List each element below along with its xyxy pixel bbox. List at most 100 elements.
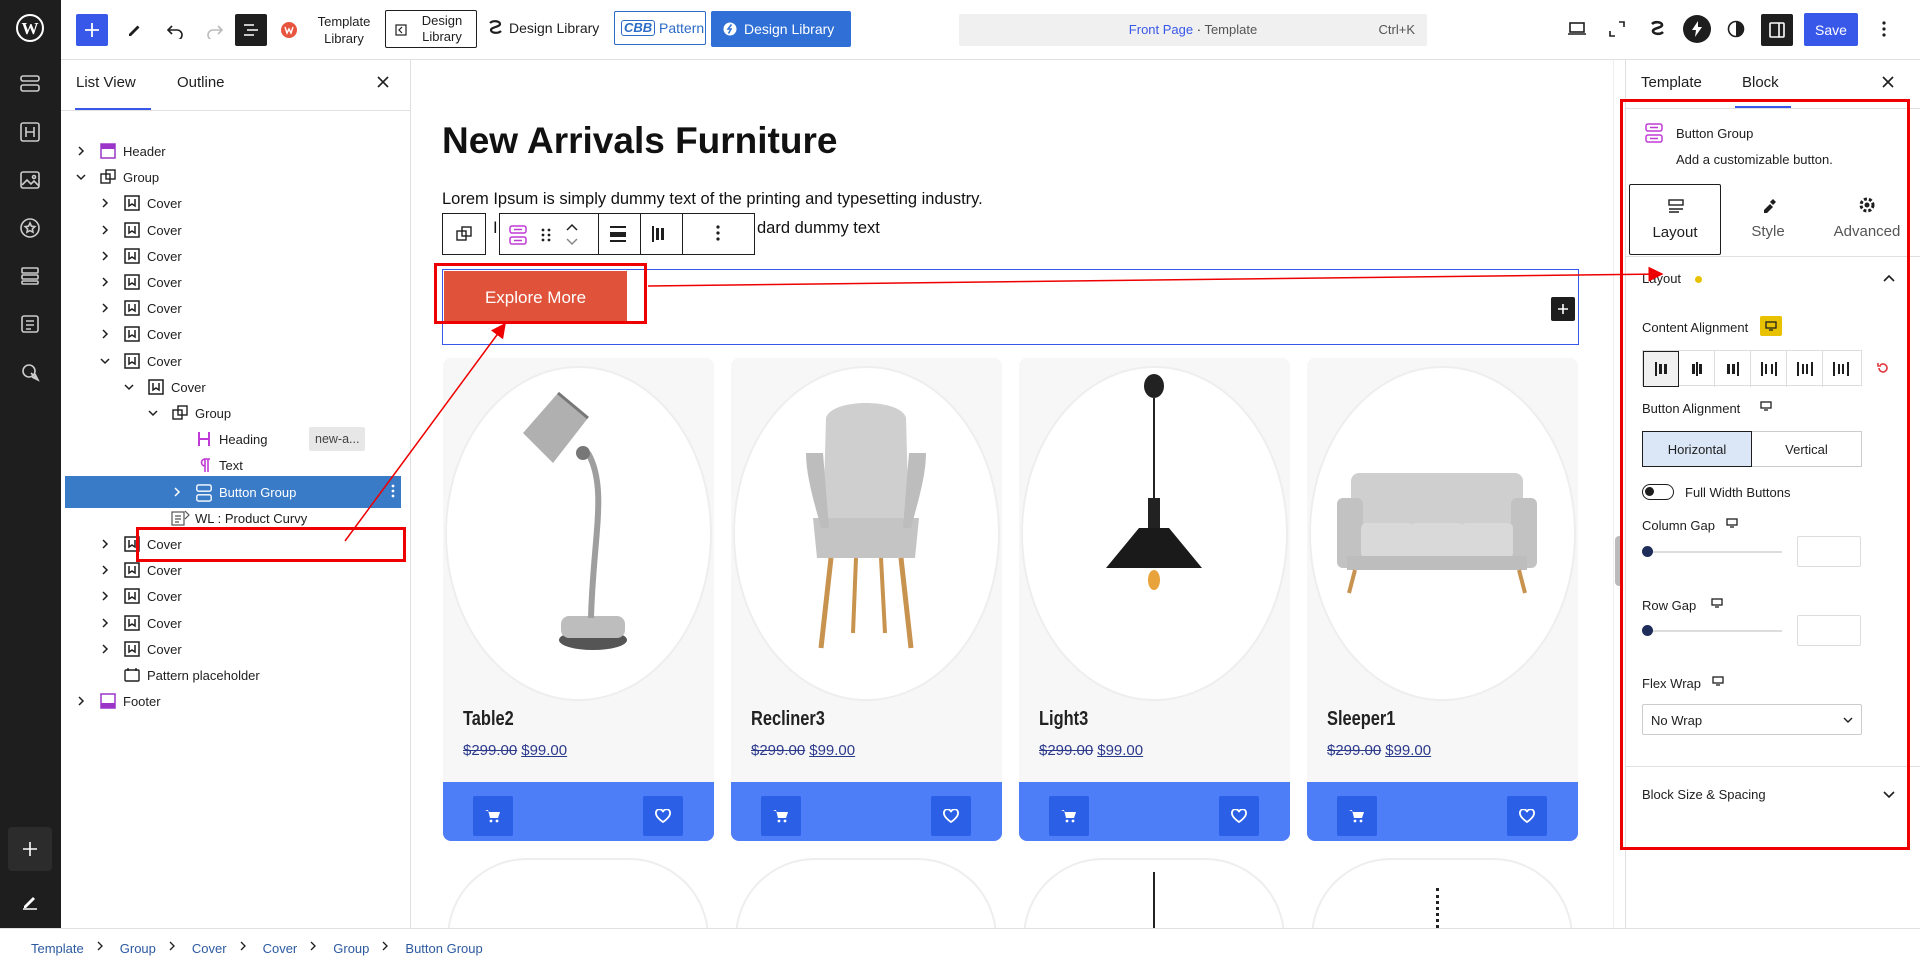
add-block-icon[interactable] — [1551, 297, 1575, 321]
design-library-button-3[interactable]: Design Library — [711, 11, 851, 47]
template-library-button[interactable]: Template Library — [304, 11, 384, 49]
close-icon[interactable] — [1881, 75, 1899, 93]
form-icon[interactable] — [14, 308, 46, 340]
breadcrumb-item[interactable]: Button Group — [405, 941, 482, 956]
breadcrumb-item[interactable]: Group — [333, 941, 369, 956]
fullscreen-icon[interactable] — [1604, 16, 1630, 42]
chevron-right-icon[interactable] — [99, 250, 111, 262]
lamp-image — [523, 391, 627, 650]
content-left-align-icon[interactable] — [650, 225, 672, 245]
product-name[interactable]: Sleeper1 — [1327, 708, 1395, 731]
chevron-right-icon[interactable] — [99, 617, 111, 629]
cbb-pattern-button[interactable]: CBB Pattern — [614, 11, 706, 45]
chevron-right-icon[interactable] — [75, 145, 87, 157]
product-name[interactable]: Light3 — [1039, 708, 1088, 731]
undo-icon[interactable] — [159, 14, 191, 46]
chevron-right-icon[interactable] — [99, 564, 111, 576]
performance-bolt-icon[interactable] — [1683, 15, 1711, 43]
contrast-icon[interactable] — [1723, 16, 1749, 42]
list-view-row-label: Cover — [171, 379, 206, 395]
product-card[interactable]: Recliner3 $299.00 $99.00 — [731, 358, 1002, 841]
list-view-row-label: Group — [123, 170, 160, 186]
heading-icon[interactable] — [14, 116, 46, 148]
chevron-down-icon[interactable] — [99, 355, 111, 367]
breadcrumb-item[interactable]: Group — [120, 941, 156, 956]
breadcrumb-item[interactable]: Cover — [263, 941, 298, 956]
breadcrumb-item[interactable]: Template — [31, 941, 84, 956]
pointer-settings-icon[interactable] — [14, 356, 46, 388]
list-view-row[interactable]: Footer — [61, 685, 401, 717]
old-price: $299.00 — [1327, 742, 1382, 759]
tools-pencil-icon[interactable] — [119, 14, 151, 46]
product-name[interactable]: Recliner3 — [751, 708, 825, 731]
add-icon[interactable] — [8, 827, 52, 871]
blocks-icon[interactable] — [14, 68, 46, 100]
wishlist-heart-icon[interactable] — [1219, 796, 1259, 836]
document-overview-icon[interactable] — [235, 14, 267, 46]
button-group-block-icon[interactable] — [508, 224, 530, 246]
command-palette[interactable]: Front Page · Template Ctrl+K — [959, 14, 1427, 46]
chevron-right-icon[interactable] — [99, 328, 111, 340]
add-to-cart-icon[interactable] — [473, 796, 513, 836]
options-menu-icon[interactable] — [1873, 16, 1895, 42]
add-to-cart-icon[interactable] — [1337, 796, 1377, 836]
tab-template[interactable]: Template — [1641, 74, 1702, 91]
align-justify-icon[interactable] — [608, 225, 630, 245]
chevron-right-icon[interactable] — [99, 302, 111, 314]
chevron-right-icon[interactable] — [99, 197, 111, 209]
move-up-down-icon[interactable] — [564, 218, 584, 252]
wishlist-heart-icon[interactable] — [931, 796, 971, 836]
chevron-right-icon[interactable] — [99, 538, 111, 550]
wishlist-heart-icon[interactable] — [643, 796, 683, 836]
save-button[interactable]: Save — [1804, 13, 1858, 46]
tab-outline[interactable]: Outline — [177, 74, 225, 91]
chevron-down-icon[interactable] — [123, 381, 135, 393]
star-badge-icon[interactable] — [14, 212, 46, 244]
chevron-down-icon[interactable] — [147, 407, 159, 419]
wordpress-logo-icon[interactable]: W — [14, 12, 46, 44]
paragraph-line-2-start[interactable]: I — [493, 219, 498, 238]
list-view-row-label: Cover — [147, 196, 182, 212]
chevron-right-icon[interactable] — [75, 695, 87, 707]
product-card[interactable]: Light3 $299.00 $99.00 — [1019, 358, 1290, 841]
design-library-button-2[interactable]: Design Library — [509, 18, 605, 38]
chevron-down-icon[interactable] — [75, 171, 87, 183]
list-view-row-label: Pattern placeholder — [147, 668, 260, 683]
sale-price: $99.00 — [1385, 742, 1432, 759]
paragraph-line-1[interactable]: Lorem Ipsum is simply dummy text of the … — [442, 190, 983, 209]
chevron-right-icon[interactable] — [99, 590, 111, 602]
product-card-peek — [735, 858, 997, 938]
wishlist-heart-icon[interactable] — [1507, 796, 1547, 836]
cover-block-icon — [123, 587, 141, 605]
add-to-cart-icon[interactable] — [761, 796, 801, 836]
product-card[interactable]: Table2 $299.00 $99.00 — [443, 358, 714, 841]
select-parent-button[interactable] — [442, 213, 486, 255]
tab-list-view[interactable]: List View — [76, 74, 136, 91]
kadence-logo-icon[interactable] — [1644, 16, 1670, 42]
settings-sidebar-toggle-icon[interactable] — [1761, 14, 1793, 46]
tab-block[interactable]: Block — [1742, 74, 1779, 91]
product-name[interactable]: Table2 — [463, 708, 514, 731]
chevron-right-icon[interactable] — [99, 276, 111, 288]
list-view-row-label: Cover — [147, 641, 182, 657]
breadcrumb-item[interactable]: Cover — [192, 941, 227, 956]
add-to-cart-icon[interactable] — [1049, 796, 1089, 836]
redo-icon[interactable] — [199, 14, 231, 46]
preview-device-icon[interactable] — [1564, 16, 1590, 42]
chevron-right-icon[interactable] — [99, 643, 111, 655]
inserter-button[interactable] — [76, 14, 108, 46]
design-library-button-1[interactable]: Design Library — [385, 10, 477, 48]
close-icon[interactable] — [376, 75, 394, 93]
layers-icon[interactable] — [14, 260, 46, 292]
drag-handle-icon[interactable] — [540, 226, 556, 244]
media-icon[interactable] — [14, 164, 46, 196]
chevron-right-icon[interactable] — [171, 486, 183, 498]
paragraph-line-2-end[interactable]: dard dummy text — [757, 219, 880, 238]
pencil-icon[interactable] — [14, 886, 46, 918]
more-options-icon[interactable] — [716, 225, 726, 245]
sale-price: $99.00 — [809, 742, 856, 759]
page-heading[interactable]: New Arrivals Furniture — [442, 120, 837, 162]
product-card[interactable]: Sleeper1 $299.00 $99.00 — [1307, 358, 1578, 841]
row-options-icon[interactable] — [391, 484, 395, 498]
chevron-right-icon[interactable] — [99, 224, 111, 236]
